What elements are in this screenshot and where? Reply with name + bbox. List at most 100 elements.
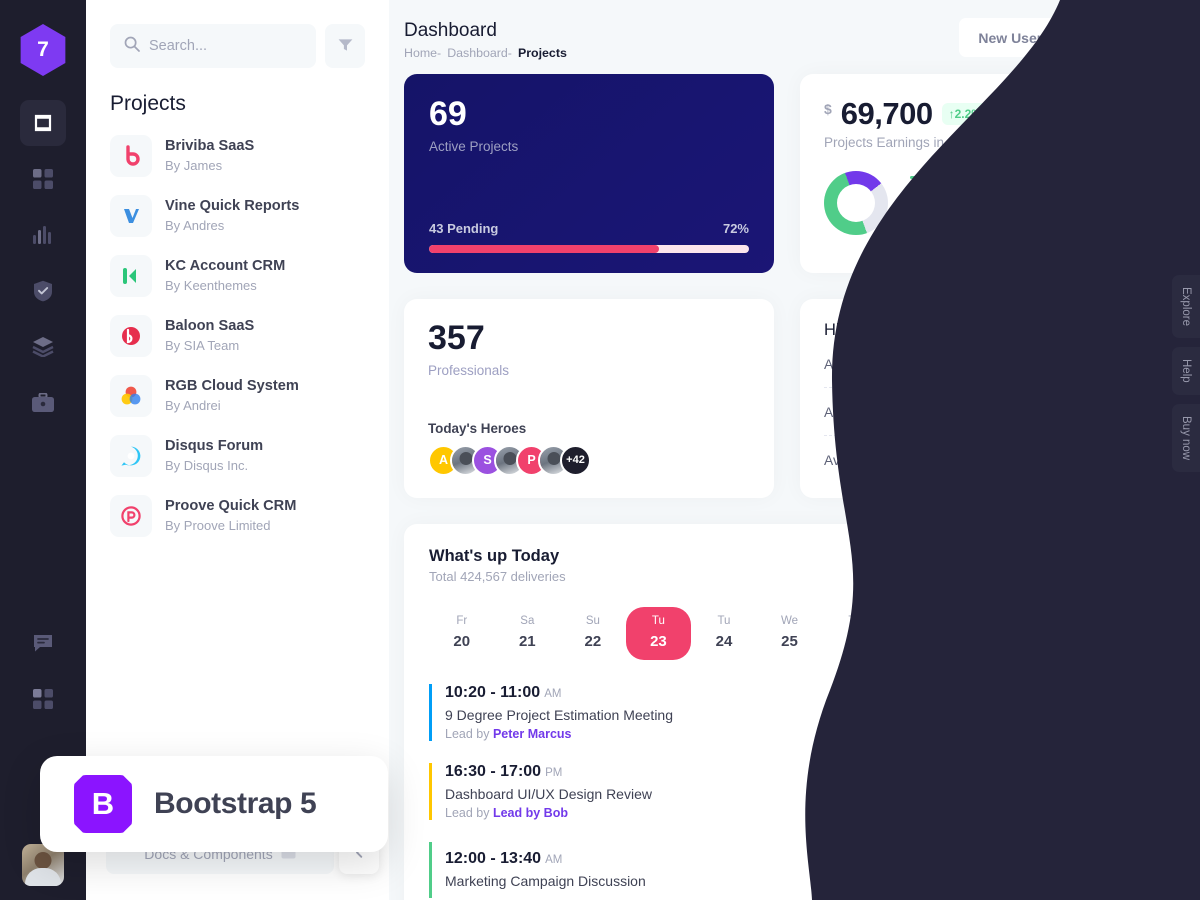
- legend-swatch: [910, 227, 921, 231]
- search-box[interactable]: [110, 24, 316, 68]
- day-cell[interactable]: Sa 21: [495, 607, 561, 660]
- page-heading: Dashboard Home- Dashboard- Projects: [404, 18, 567, 60]
- chat-icon: [33, 634, 53, 653]
- legend-swatch: [910, 175, 921, 179]
- list-item[interactable]: 12:00 - 13:40 AM Marketing Campaign Discu…: [429, 841, 1150, 898]
- value-suffix: /10: [1131, 356, 1151, 373]
- explore-tab[interactable]: Explore: [1172, 275, 1200, 338]
- avatar-overflow-count[interactable]: +42: [560, 444, 591, 476]
- delta-value: 2.2%: [954, 106, 982, 121]
- box-icon: [32, 112, 54, 134]
- view-button[interactable]: View: [1090, 774, 1150, 808]
- day-cell[interactable]: Fr 20: [429, 607, 495, 660]
- highlight-value: ↗ $2,309: [1089, 452, 1151, 469]
- day-cell[interactable]: Fri 27: [888, 607, 954, 660]
- day-cell[interactable]: Th 26: [822, 607, 888, 660]
- day-selector: Fr 20 Sa 21 Su 22 Tu 23 Tu 24 We 25 Th 26 Fri 27 Sa 28 Su 2…: [429, 606, 1150, 660]
- rail-item-dashboard[interactable]: [20, 100, 66, 146]
- professionals-card: 357 Professionals Today's Heroes A S P +…: [404, 298, 774, 498]
- project-name: Briviba SaaS: [165, 138, 255, 155]
- list-item[interactable]: 16:30 - 17:00 PM Dashboard UI/UX Design R…: [429, 762, 1150, 820]
- legend-label: Mivy App: [930, 195, 986, 211]
- highlight-label: Avg. Agent Earnings: [824, 452, 949, 468]
- bar-chart-icon: [33, 226, 53, 244]
- shield-check-icon: [33, 280, 53, 302]
- day-number: 20: [453, 632, 471, 650]
- day-cell[interactable]: Tu 24: [691, 607, 757, 660]
- stats-grid: 69 Active Projects 43 Pending 72% $ 69,7…: [389, 60, 1200, 498]
- project-list: Briviba SaaS By James Vine Quick Reports…: [86, 120, 389, 546]
- rail-item-apps[interactable]: [20, 156, 66, 202]
- list-item[interactable]: RGB Cloud System By Andrei: [106, 366, 369, 426]
- table-row: Avg. Client Rating ↗ 7.8/10: [824, 340, 1151, 388]
- app-logo-badge[interactable]: 7: [20, 24, 66, 76]
- list-item[interactable]: Proove Quick CRM By Proove Limited: [106, 486, 369, 546]
- day-number: 30: [1108, 632, 1126, 650]
- highlight-value: ↙ 730: [1109, 404, 1151, 421]
- earnings-card: $ 69,700 ↑2.2% Projects Earnings in Apri…: [800, 73, 1175, 273]
- lead-name[interactable]: Lead by Bob: [493, 806, 568, 820]
- report-center-button[interactable]: Report Cecnter: [1024, 546, 1150, 583]
- rail-item-reports[interactable]: [20, 212, 66, 258]
- lead-prefix: Lead by: [445, 726, 490, 741]
- heroes-label: Today's Heroes: [428, 420, 527, 436]
- project-name: Proove Quick CRM: [165, 498, 297, 515]
- view-button[interactable]: View: [1090, 695, 1150, 729]
- value-text: 730: [1127, 404, 1151, 421]
- day-number: 29: [1043, 632, 1061, 650]
- rail-item-chat[interactable]: [20, 620, 66, 666]
- rail-item-layers[interactable]: [20, 324, 66, 370]
- grid-icon: [33, 689, 53, 709]
- filter-button[interactable]: [325, 24, 365, 68]
- new-user-button[interactable]: New User: [959, 18, 1062, 57]
- legend-row: Mivy App $2,820: [910, 196, 1151, 211]
- event-name: Dashboard UI/UX Design Review: [445, 785, 652, 802]
- legend-swatch: [910, 201, 921, 205]
- briefcase-icon: [32, 393, 54, 413]
- rail-item-security[interactable]: [20, 268, 66, 314]
- legend-value: $45,257: [1101, 221, 1151, 237]
- project-name: Vine Quick Reports: [165, 198, 300, 215]
- day-of-week: Fr: [456, 614, 468, 627]
- vine-logo-icon: [110, 195, 152, 237]
- list-item[interactable]: Disqus Forum By Disqus Inc.: [106, 426, 369, 486]
- edge-tab-group: Explore Help Buy now: [1172, 275, 1200, 472]
- lead-name[interactable]: Peter Marcus: [493, 727, 572, 741]
- list-item[interactable]: 10:20 - 11:00 AM 9 Degree Project Estimat…: [429, 683, 1150, 741]
- view-button[interactable]: View: [1090, 853, 1150, 887]
- list-item[interactable]: Vine Quick Reports By Andres: [106, 186, 369, 246]
- help-tab[interactable]: Help: [1172, 347, 1200, 395]
- day-cell[interactable]: Sa 28: [953, 607, 1019, 660]
- heroes-avatar-stack: A S P +42: [428, 444, 750, 476]
- earnings-donut-chart: [824, 171, 888, 236]
- trend-down-icon: ↙: [1108, 403, 1121, 420]
- search-input[interactable]: [149, 38, 302, 54]
- day-cell[interactable]: We 25: [757, 607, 823, 660]
- list-item[interactable]: Baloon SaaS By SIA Team: [106, 306, 369, 366]
- rail-item-projects[interactable]: [20, 380, 66, 426]
- day-cell[interactable]: Mo 30: [1084, 607, 1150, 660]
- project-name: Baloon SaaS: [165, 318, 255, 335]
- highlight-value: ↗ 7.8/10: [1086, 356, 1151, 373]
- breadcrumb-item[interactable]: Home-: [404, 46, 441, 60]
- time-range: 16:30 - 17:00: [445, 762, 542, 780]
- list-item[interactable]: Briviba SaaS By James: [106, 126, 369, 186]
- new-goal-button[interactable]: New Goal: [1073, 18, 1175, 57]
- rgb-logo-icon: [110, 375, 152, 417]
- event-name: 9 Degree Project Estimation Meeting: [445, 706, 673, 723]
- buy-now-tab[interactable]: Buy now: [1172, 403, 1200, 472]
- rail-item-widgets[interactable]: [20, 676, 66, 722]
- day-cell[interactable]: Su 22: [560, 607, 626, 660]
- day-number: 24: [715, 632, 733, 650]
- bootstrap-logo-icon: B: [74, 775, 132, 833]
- whats-up-title: What's up Today: [429, 546, 560, 565]
- day-of-week: Mo: [1109, 614, 1126, 627]
- day-cell[interactable]: Tu 23: [625, 606, 692, 660]
- day-of-week: Th: [848, 614, 862, 627]
- list-item[interactable]: KC Account CRM By Keenthemes: [106, 246, 369, 306]
- day-cell[interactable]: Su 29: [1019, 607, 1085, 660]
- project-name: RGB Cloud System: [165, 378, 299, 395]
- time-range: 10:20 - 11:00: [445, 683, 541, 701]
- breadcrumb-item[interactable]: Dashboard-: [447, 46, 512, 60]
- earnings-subtitle: Projects Earnings in April: [824, 134, 975, 150]
